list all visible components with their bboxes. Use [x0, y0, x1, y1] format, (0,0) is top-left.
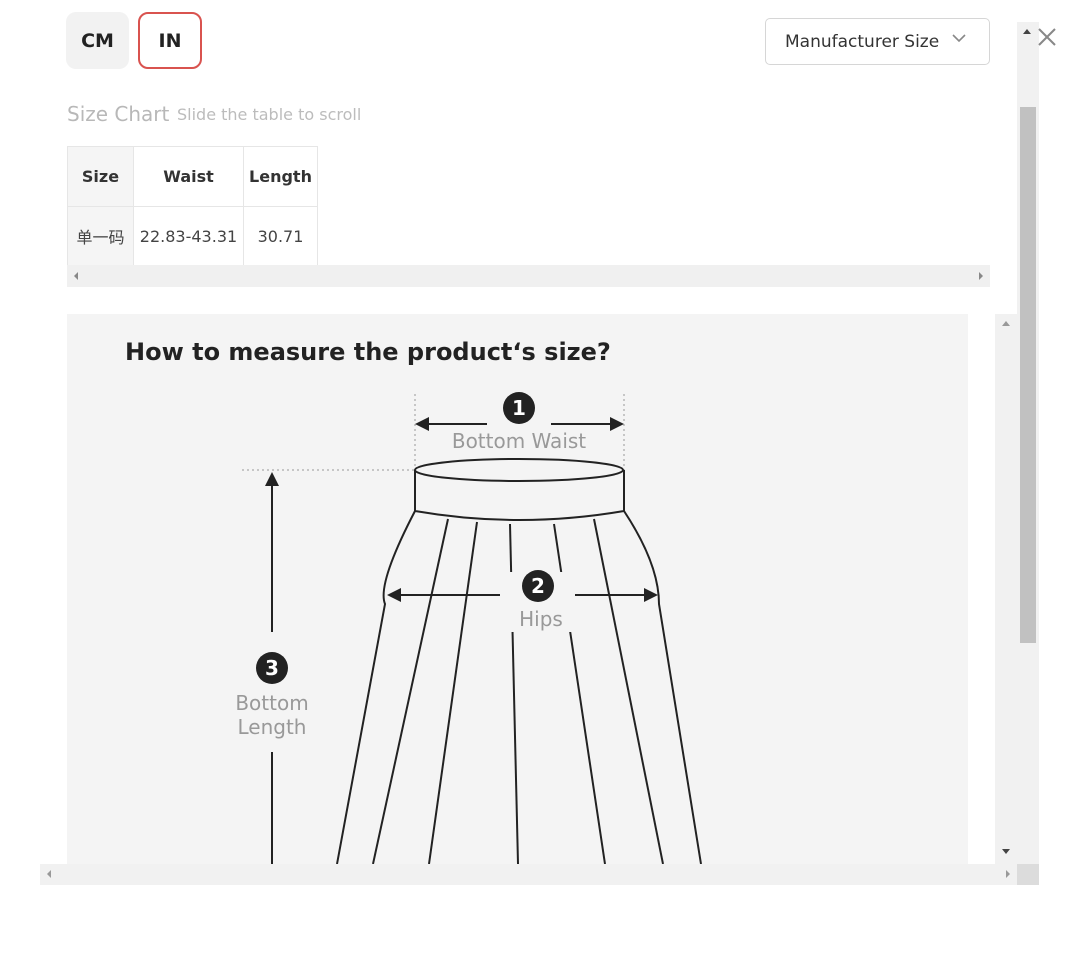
- skirt-diagram: How to measure the product‘s size? 1 Bot…: [125, 338, 702, 864]
- scroll-down-arrow-icon[interactable]: [1001, 848, 1011, 856]
- size-chart-hint: Slide the table to scroll: [177, 105, 362, 124]
- table-row: 单一码 22.83-43.31 30.71: [67, 206, 318, 266]
- image-vertical-scrollbar[interactable]: [995, 314, 1017, 864]
- measurement-illustration: How to measure the product‘s size? 1 Bot…: [67, 314, 968, 864]
- size-type-select-value: Manufacturer Size: [785, 31, 940, 52]
- table-header-row: Size Waist Length: [67, 146, 318, 207]
- chevron-down-icon: [952, 34, 966, 43]
- marker-3-number: 3: [265, 656, 279, 680]
- close-icon[interactable]: [1036, 26, 1058, 48]
- unit-cm-button[interactable]: CM: [66, 12, 129, 69]
- column-header-size: Size: [67, 146, 134, 207]
- scroll-left-arrow-icon[interactable]: [73, 271, 79, 281]
- marker-3-label-line1: Bottom: [235, 691, 308, 715]
- marker-3-label-line2: Length: [238, 715, 307, 739]
- marker-2-label: Hips: [519, 607, 563, 631]
- scroll-up-arrow-icon[interactable]: [1001, 320, 1011, 328]
- column-header-waist: Waist: [133, 146, 244, 207]
- table-cell-waist: 22.83-43.31: [133, 206, 244, 266]
- marker-1-number: 1: [512, 396, 526, 420]
- image-horizontal-scrollbar[interactable]: [40, 864, 1017, 885]
- size-type-select[interactable]: Manufacturer Size: [765, 18, 990, 65]
- table-cell-length: 30.71: [243, 206, 318, 266]
- table-horizontal-scrollbar[interactable]: [67, 265, 990, 287]
- marker-2-number: 2: [531, 574, 545, 598]
- scrollbar-corner: [1017, 864, 1039, 885]
- size-chart-title: Size Chart: [67, 102, 170, 126]
- marker-1-label: Bottom Waist: [452, 429, 586, 453]
- column-header-length: Length: [243, 146, 318, 207]
- measure-title: How to measure the product‘s size?: [125, 338, 611, 366]
- size-table: Size Waist Length 单一码 22.83-43.31 30.71: [67, 146, 318, 266]
- scroll-right-arrow-icon[interactable]: [978, 271, 984, 281]
- scroll-left-arrow-icon[interactable]: [46, 869, 52, 879]
- table-cell-size: 单一码: [67, 206, 134, 266]
- scroll-up-arrow-icon[interactable]: [1022, 28, 1032, 36]
- scroll-right-arrow-icon[interactable]: [1005, 869, 1011, 879]
- unit-in-button[interactable]: IN: [138, 12, 202, 69]
- outer-scrollbar-thumb[interactable]: [1020, 107, 1036, 643]
